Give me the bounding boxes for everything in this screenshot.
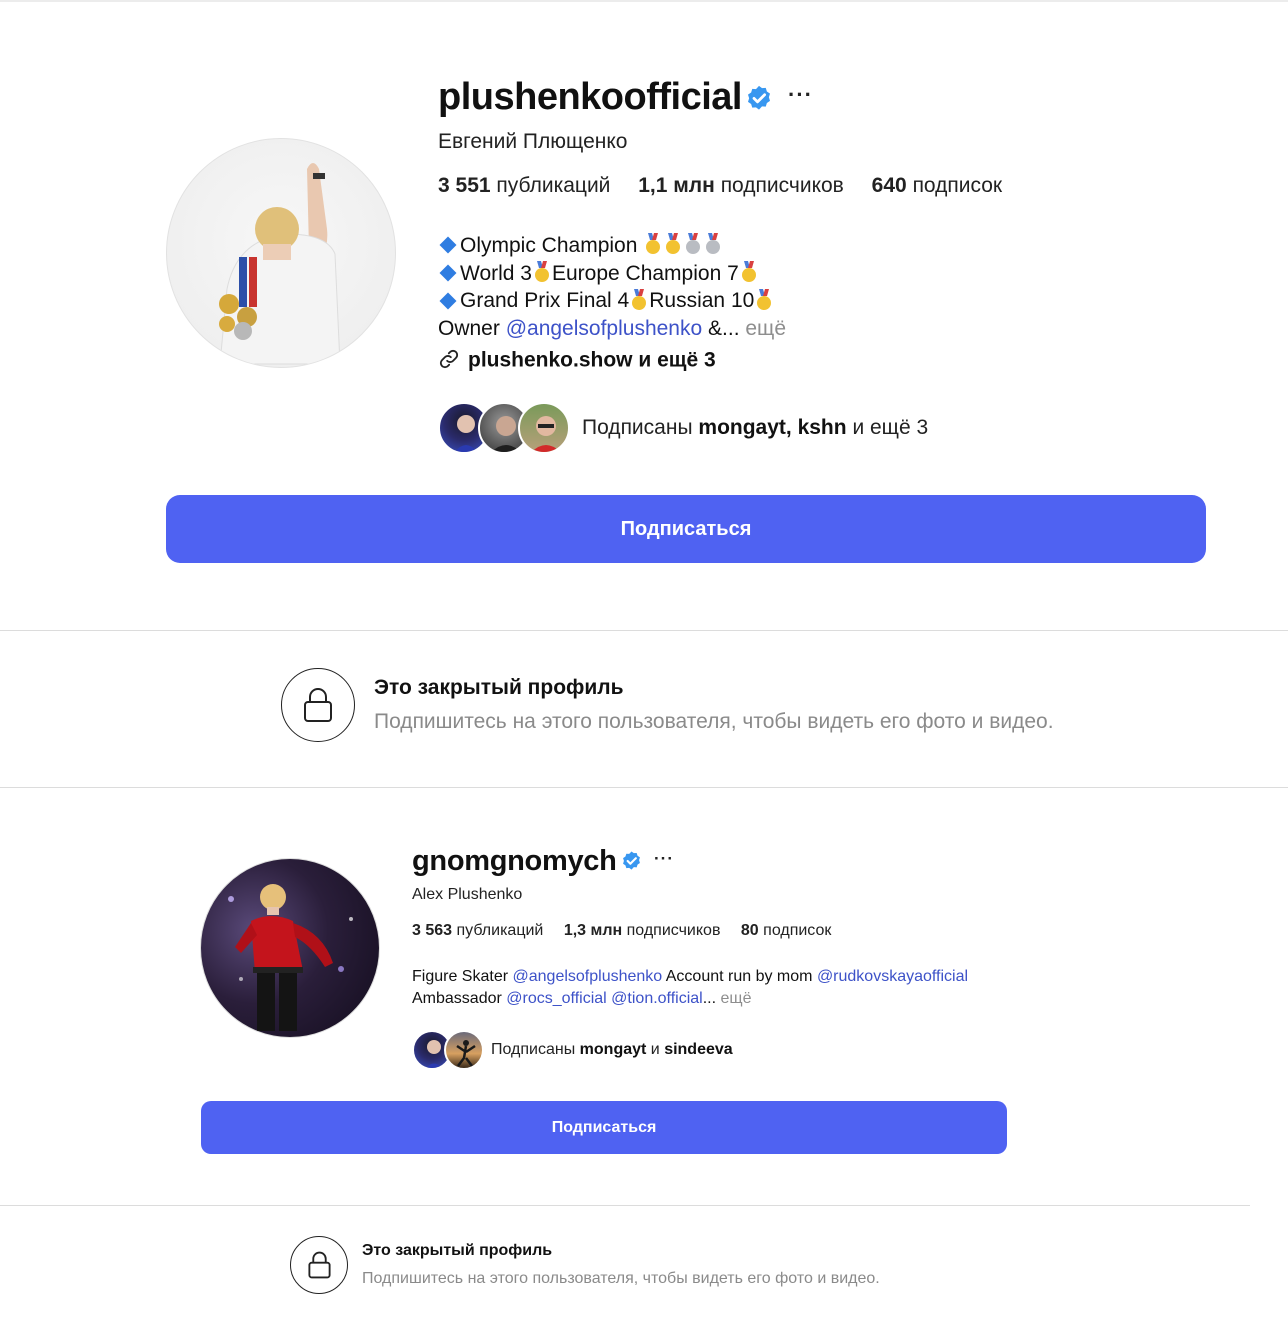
bio: Figure Skater @angelsofplushenko Account…	[412, 966, 968, 1010]
link-icon	[439, 349, 459, 369]
silver-medal-icon	[686, 233, 701, 255]
gold-medal-icon	[632, 288, 647, 310]
username[interactable]: gnomgnomych	[412, 845, 617, 878]
private-title: Это закрытый профиль	[374, 676, 624, 699]
avatar-photo-icon	[228, 884, 353, 1031]
section-divider	[0, 1205, 1250, 1206]
bio-line: Ambassador @rocs_official @tion.official…	[412, 990, 752, 1007]
medal-icons	[643, 233, 723, 257]
profile-stats: 3 563 публикаций 1,3 млн подписчиков 80 …	[412, 922, 847, 940]
gold-medal-icon	[646, 233, 661, 255]
private-subtitle: Подпишитесь на этого пользователя, чтобы…	[374, 710, 1054, 733]
bio-line: Grand Prix Final 4 Russian 10	[438, 287, 786, 315]
silver-medal-icon	[706, 233, 721, 255]
profile-avatar[interactable]	[166, 138, 396, 368]
bio-line: Figure Skater @angelsofplushenko Account…	[412, 968, 969, 985]
blue-diamond-icon	[439, 236, 457, 254]
verified-badge-icon	[620, 850, 643, 878]
followed-by-text[interactable]: Подписаны mongayt и sindeeva	[491, 1041, 733, 1059]
followers-count[interactable]: 1,1 млн подписчиков	[638, 174, 844, 197]
following-count[interactable]: 80 подписок	[741, 922, 831, 939]
more-options-icon[interactable]: ···	[654, 849, 674, 869]
avatar	[444, 1030, 484, 1070]
avatar-photo-icon	[219, 163, 341, 365]
private-subtitle: Подпишитесь на этого пользователя, чтобы…	[362, 1270, 880, 1287]
verified-badge-icon	[744, 84, 774, 119]
profile-stats: 3 551 публикаций 1,1 млн подписчиков 640…	[438, 174, 1024, 198]
section-divider	[0, 630, 1288, 631]
mention-link[interactable]: @tion.official	[611, 990, 703, 1007]
full-name: Евгений Плющенко	[438, 130, 628, 153]
gold-medal-icon	[741, 261, 756, 283]
more-options-icon[interactable]: ···	[788, 82, 813, 108]
top-divider	[0, 0, 1288, 2]
blue-diamond-icon	[439, 264, 457, 282]
lock-icon	[281, 668, 355, 742]
gold-medal-icon	[757, 288, 772, 310]
posts-count: 3 563 публикаций	[412, 922, 544, 939]
followers-count[interactable]: 1,3 млн подписчиков	[564, 922, 721, 939]
username[interactable]: plushenkoofficial	[438, 76, 742, 119]
gold-medal-icon	[534, 261, 549, 283]
gold-medal-icon	[666, 233, 681, 255]
private-title: Это закрытый профиль	[362, 1242, 553, 1259]
mention-link[interactable]: @rudkovskayaofficial	[817, 968, 968, 985]
posts-count: 3 551 публикаций	[438, 174, 611, 197]
section-divider	[0, 787, 1288, 788]
profile-avatar[interactable]	[200, 858, 380, 1038]
bio-line: Olympic Champion	[438, 232, 786, 260]
external-link[interactable]: plushenko.show и ещё 3	[438, 348, 716, 374]
lock-icon	[290, 1236, 348, 1294]
mention-link[interactable]: @rocs_official	[506, 990, 606, 1007]
bio-more-link[interactable]: ещё	[721, 990, 752, 1007]
avatar	[518, 402, 570, 454]
following-count[interactable]: 640 подписок	[872, 174, 1002, 197]
followed-by-text[interactable]: Подписаны mongayt, kshn и ещё 3	[582, 416, 928, 440]
bio-line: Owner @angelsofplushenko &... ещё	[438, 316, 787, 340]
bio-more-link[interactable]: ещё	[745, 317, 786, 340]
blue-diamond-icon	[439, 292, 457, 310]
follow-button[interactable]: Подписаться	[201, 1101, 1007, 1154]
mention-link[interactable]: @angelsofplushenko	[506, 317, 702, 340]
full-name: Alex Plushenko	[412, 886, 523, 903]
follow-button[interactable]: Подписаться	[166, 495, 1206, 563]
bio-line: World 3 Europe Champion 7	[438, 260, 786, 288]
bio: Olympic Champion World 3 Europe Champion …	[438, 232, 786, 342]
mention-link[interactable]: @angelsofplushenko	[513, 968, 663, 985]
